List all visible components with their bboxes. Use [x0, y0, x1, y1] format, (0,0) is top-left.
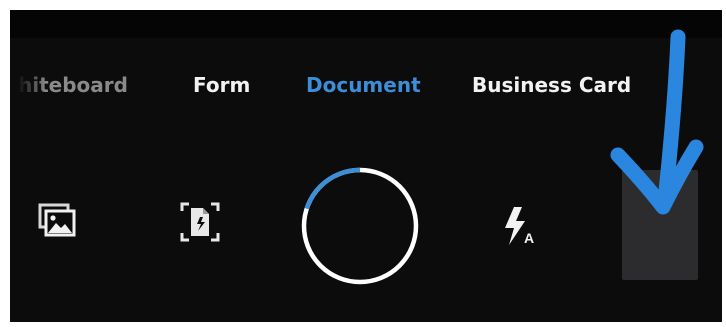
flash-button[interactable]: A — [500, 204, 540, 248]
auto-capture-icon — [180, 202, 220, 242]
shutter-button[interactable] — [300, 166, 420, 286]
flash-badge: A — [524, 230, 534, 246]
tab-whiteboard[interactable]: hiteboard — [18, 70, 128, 100]
tab-form[interactable]: Form — [193, 70, 250, 100]
shutter-progress-arc — [304, 167, 361, 210]
tab-business-card[interactable]: Business Card — [472, 70, 631, 100]
auto-capture-button[interactable] — [178, 200, 222, 244]
top-bar — [10, 10, 722, 38]
camera-capture-screen: hiteboard Form Document Business Card A — [10, 10, 722, 322]
tab-document[interactable]: Document — [306, 70, 421, 100]
shutter-ring — [301, 167, 419, 285]
captured-page-thumbnail[interactable] — [622, 170, 698, 280]
capture-mode-tabs: hiteboard Form Document Business Card — [10, 70, 722, 100]
gallery-button[interactable] — [36, 202, 80, 240]
flash-auto-icon: A — [505, 207, 534, 246]
image-gallery-icon — [38, 203, 76, 237]
